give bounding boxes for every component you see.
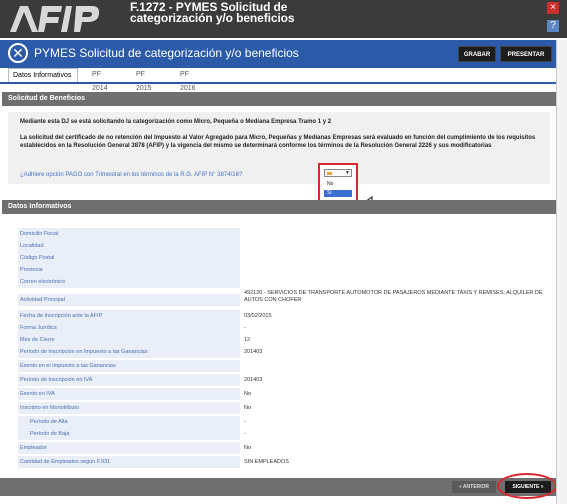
- table-row: Actividad Principal 492120 - SERVICIOS D…: [18, 290, 552, 310]
- table-row: Correo electrónico: [18, 276, 552, 288]
- table-row: Localidad: [18, 240, 552, 252]
- row-value: No: [244, 405, 252, 411]
- app-title: PYMES Solicitud de categorización y/o be…: [34, 46, 299, 60]
- solicitud-text-2: La solicitud del certificado de no reten…: [20, 135, 536, 149]
- section-header-datos: Datos Informativos: [2, 200, 556, 214]
- row-value: 12: [244, 337, 251, 343]
- row-label: Exento en IVA: [18, 388, 240, 400]
- app-bar: ✕ PYMES Solicitud de categorización y/o …: [0, 40, 556, 68]
- help-icon[interactable]: ?: [547, 20, 559, 32]
- row-value: -: [244, 325, 246, 331]
- row-label: Inscripto en Monotributo: [18, 402, 240, 414]
- select-option-no[interactable]: No: [324, 181, 352, 188]
- row-label: Forma Jurídica: [18, 322, 240, 334]
- select-option-si[interactable]: Si: [324, 190, 352, 197]
- row-value: 201403: [244, 377, 263, 383]
- tab-pf-2016[interactable]: PF 2016: [176, 68, 200, 92]
- row-value: No: [244, 445, 252, 451]
- close-icon[interactable]: ✕: [8, 43, 28, 63]
- table-row: Domicilio Fiscal: [18, 228, 552, 240]
- tab-pf-2015[interactable]: PF 2015: [132, 68, 156, 92]
- row-label: Provincia: [18, 264, 240, 276]
- table-row: Mes de Cierre 12: [18, 334, 552, 346]
- row-label: Período de Baja: [18, 428, 240, 440]
- select-indicator-icon: [327, 172, 332, 175]
- anterior-button[interactable]: « ANTERIOR: [452, 481, 496, 493]
- table-row: Código Postal: [18, 252, 552, 264]
- row-label: Exento en el Impuesto a las Ganancias: [18, 360, 240, 372]
- row-label: Código Postal: [18, 252, 240, 264]
- footer-bar: « ANTERIOR SIGUIENTE »: [0, 478, 556, 496]
- presentar-button[interactable]: PRESENTAR: [500, 46, 552, 62]
- table-row: Período de Inscripción en Impuesto a las…: [18, 346, 552, 358]
- row-value: 03/02/2015: [244, 313, 272, 319]
- row-value: 492120 - SERVICIOS DE TRANSPORTE AUTOMOT…: [244, 290, 543, 303]
- tab-datos-informativos[interactable]: Datos Informativos: [8, 68, 78, 82]
- table-row: Cantidad de Empleados según F.931 SIN EM…: [18, 456, 552, 468]
- row-label: Mes de Cierre: [18, 334, 240, 346]
- row-label: Localidad: [18, 240, 240, 252]
- table-row: Exento en el Impuesto a las Ganancias: [18, 360, 552, 372]
- tab-underline: [0, 82, 556, 84]
- table-row: Período de Baja -: [18, 428, 552, 440]
- row-label: Período de Alta: [18, 416, 240, 428]
- solicitud-text-1: Mediante esta DJ se está solicitando la …: [20, 119, 332, 125]
- table-row: Fecha de Inscripción ante la AFIP 03/02/…: [18, 310, 552, 322]
- table-row: Período de Inscripción en IVA 201403: [18, 374, 552, 386]
- select-current[interactable]: ▼: [324, 169, 352, 177]
- scrollbar[interactable]: [556, 40, 567, 504]
- window-close-icon[interactable]: ×: [547, 2, 559, 14]
- afip-logo: [6, 2, 126, 36]
- window-title: F.1272 - PYMES Solicitud de categorizaci…: [130, 0, 295, 25]
- window-header: F.1272 - PYMES Solicitud de categorizaci…: [0, 0, 567, 38]
- row-value: -: [244, 419, 246, 425]
- row-value: No: [244, 391, 252, 397]
- row-value: SIN EMPLEADOS: [244, 459, 289, 465]
- row-label: Período de Inscripción en Impuesto a las…: [18, 346, 240, 358]
- row-label: Correo electrónico: [18, 276, 240, 288]
- row-label: Empleador: [18, 442, 240, 454]
- tab-pf-2014[interactable]: PF 2014: [88, 68, 112, 92]
- table-row: Forma Jurídica -: [18, 322, 552, 334]
- grabar-button[interactable]: GRABAR: [458, 46, 496, 62]
- row-label: Fecha de Inscripción ante la AFIP: [18, 310, 240, 322]
- pago-trimestral-question: ¿Adhiere opción PAGO con Trimestral en l…: [20, 172, 243, 178]
- row-value: 201403: [244, 349, 263, 355]
- siguiente-highlight: [497, 473, 557, 499]
- section-header-solicitud: Solicitud de Beneficios: [2, 92, 556, 106]
- row-label: Período de Inscripción en IVA: [18, 374, 240, 386]
- row-label: Domicilio Fiscal: [18, 228, 240, 240]
- table-row: Empleador No: [18, 442, 552, 454]
- table-row: Exento en IVA No: [18, 388, 552, 400]
- row-label: Cantidad de Empleados según F.931: [18, 456, 240, 468]
- row-label: Actividad Principal: [18, 294, 240, 306]
- table-row: Período de Alta -: [18, 416, 552, 428]
- chevron-down-icon: ▼: [345, 170, 350, 176]
- table-row: Inscripto en Monotributo No: [18, 402, 552, 414]
- table-row: Provincia: [18, 264, 552, 276]
- row-value: -: [244, 431, 246, 437]
